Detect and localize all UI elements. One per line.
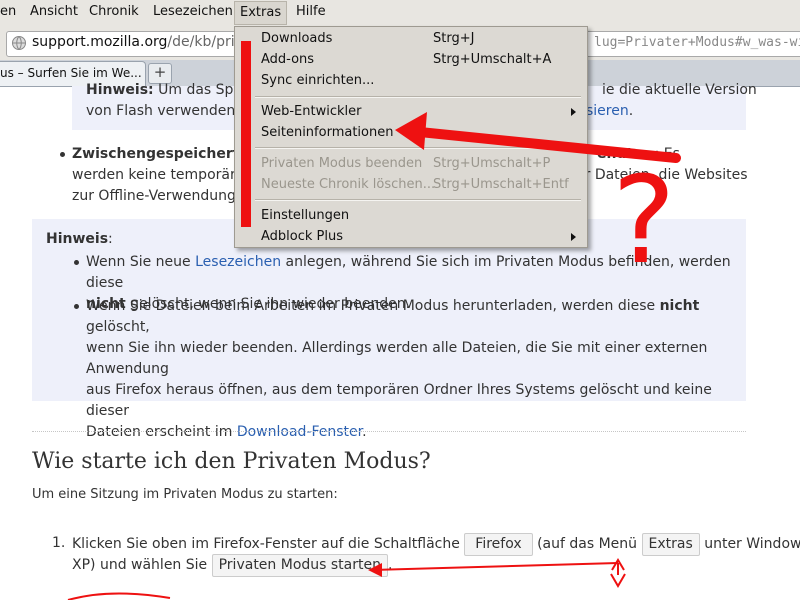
bullet-cache-line3: zur Offline-Verwendung al (72, 188, 253, 204)
extras-menu-label: Extras (641, 533, 700, 556)
bullet-dot (74, 260, 79, 265)
submenu-arrow-icon (571, 108, 576, 116)
hinweis-b2-end: . (362, 424, 367, 440)
red-annotation-bar (241, 41, 251, 227)
menu-item-web-developer[interactable]: Web-Entwickler (261, 104, 361, 119)
note-flash-link[interactable]: sieren (586, 103, 629, 119)
step-line1: Klicken Sie oben im Firefox-Fenster auf … (72, 533, 800, 556)
step-line2-text: XP) und wählen Sie (72, 557, 208, 573)
bullet-dot (60, 152, 65, 157)
shortcut-downloads: Strg+J (433, 31, 475, 46)
hinweis-bullet-2: Wenn Sie Dateien beim Arbeiten im Privat… (86, 296, 746, 443)
step-number: 1. (52, 535, 66, 551)
red-question-mark: ? (612, 152, 676, 291)
step-line2: XP) und wählen Sie Privaten Modus starte… (72, 554, 392, 577)
menu-ansicht[interactable]: Ansicht (30, 4, 78, 19)
hinweis-b2-line2: wenn Sie ihn wieder beenden. Allerdings … (86, 340, 708, 377)
bullet-cache-line1: Zwischengespeicherte (72, 144, 249, 165)
menu-item-exit-private[interactable]: Privaten Modus beenden (261, 156, 422, 171)
url-tail: lug=Privater+Modus#w_was-wirc (594, 35, 800, 50)
note-flash-bold: Hinweis: (86, 82, 154, 98)
globe-icon[interactable] (11, 35, 27, 51)
bullet-cache-line2: werden keine temporären (72, 167, 253, 183)
lesezeichen-link[interactable]: Lesezeichen (195, 254, 281, 270)
firefox-button-label: Firefox (464, 533, 533, 556)
hinweis-title-text: Hinweis (46, 231, 109, 247)
menu-lesezeichen[interactable]: Lesezeichen (153, 4, 233, 19)
shortcut-addons: Strg+Umschalt+A (433, 52, 552, 67)
hinweis-title: Hinweis: (46, 231, 113, 247)
menu-item-downloads[interactable]: Downloads (261, 31, 332, 46)
bullet-dot (74, 304, 79, 309)
download-fenster-link[interactable]: Download-Fenster (237, 424, 362, 440)
shortcut-exit-private: Strg+Umschalt+P (433, 156, 551, 171)
extras-menu: Downloads Strg+J Add-ons Strg+Umschalt+A… (234, 26, 588, 248)
section-intro: Um eine Sitzung im Privaten Modus zu sta… (32, 487, 338, 502)
step-text-c: unter Windows (704, 536, 800, 552)
hinweis-b2-line3: aus Firefox heraus öffnen, aus dem tempo… (86, 382, 712, 419)
note-flash-line2: von Flash verwenden. N (86, 103, 255, 119)
hinweis-b2-bold: nicht (659, 298, 700, 314)
hinweis-b2-text2: gelöscht, (86, 319, 150, 335)
menu-chronik[interactable]: Chronik (89, 4, 139, 19)
menu-item-clear-history[interactable]: Neueste Chronik löschen... (261, 177, 435, 192)
step-line2-end: . (387, 557, 393, 573)
menu-item-addons[interactable]: Add-ons (261, 52, 314, 67)
url-host: support.mozilla.org (32, 34, 168, 50)
menu-hilfe[interactable]: Hilfe (296, 4, 326, 19)
menu-item-settings[interactable]: Einstellungen (261, 208, 349, 223)
menu-separator (255, 199, 581, 201)
url-text: support.mozilla.org/de/kb/private (32, 34, 266, 50)
red-annotation-arc (67, 592, 171, 600)
private-mode-start-label: Privaten Modus starten (211, 554, 388, 577)
step-text-a: Klicken Sie oben im Firefox-Fenster auf … (72, 536, 460, 552)
tab-label: us – Surfen Sie im We... (0, 66, 142, 80)
menu-item-sync[interactable]: Sync einrichten... (261, 73, 374, 88)
section-heading: Wie starte ich den Privaten Modus? (32, 449, 431, 474)
menu-view-partial[interactable]: en (0, 4, 16, 19)
hinweis-b2-text: Wenn Sie Dateien beim Arbeiten im Privat… (86, 298, 660, 314)
menu-extras[interactable]: Extras (234, 1, 288, 25)
menu-separator (255, 96, 581, 98)
bullet-cache-bold: Zwischengespeicherte (72, 146, 249, 162)
note-flash-line1: Hinweis: Um das Speic (86, 80, 254, 101)
shortcut-clear-history: Strg+Umschalt+Entf (433, 177, 569, 192)
menu-separator (255, 147, 581, 149)
menu-item-page-info[interactable]: Seiteninformationen (261, 125, 393, 140)
hinweis-b2-line4: Dateien erscheint im (86, 424, 237, 440)
section-divider (32, 431, 746, 432)
menu-item-adblock[interactable]: Adblock Plus (261, 229, 343, 244)
submenu-arrow-icon (571, 233, 576, 241)
note-flash-line2-right: sieren. (586, 103, 634, 119)
hinweis-b1-text: Wenn Sie neue (86, 254, 196, 270)
step-text-b: (auf das Menü (537, 536, 638, 552)
note-flash-line1-right: ie die aktuelle Version (602, 82, 757, 98)
